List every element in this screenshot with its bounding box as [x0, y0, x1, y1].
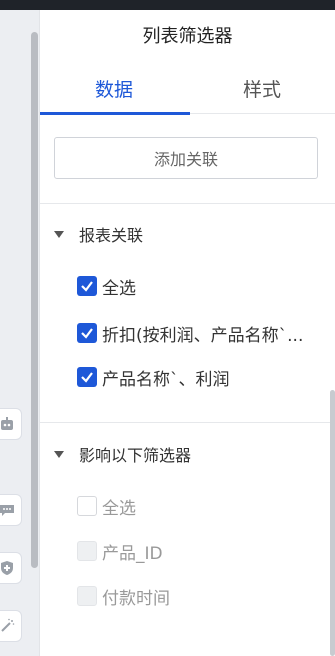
tab-style[interactable]: 样式: [188, 62, 335, 114]
option-label: 折扣(按利润、产品名称`...: [102, 325, 304, 346]
checkbox-checked[interactable]: [77, 276, 97, 296]
option-label: 产品_ID: [102, 543, 163, 564]
report-option-select-all[interactable]: 全选: [77, 275, 136, 299]
add-association-button[interactable]: 添加关联: [54, 137, 318, 179]
divider: [40, 203, 335, 204]
app-root: 列表筛选器 数据 样式 添加关联 报表关联 全选 折扣(按利润、产品名称`...: [0, 0, 335, 656]
shield-button[interactable]: [0, 552, 22, 584]
affected-filters-section-header[interactable]: 影响以下筛选器: [54, 442, 191, 466]
filter-option-payment-time: 付款时间: [77, 585, 170, 609]
caret-down-icon: [54, 450, 64, 458]
check-icon: [81, 328, 93, 339]
caret-down-icon: [54, 230, 64, 238]
chat-button[interactable]: [0, 494, 22, 526]
checkbox-checked[interactable]: [77, 367, 97, 387]
checkbox-checked[interactable]: [77, 323, 97, 343]
tab-bar: 数据 样式: [40, 62, 335, 115]
top-dark-bar: [0, 0, 335, 10]
option-label: 全选: [102, 498, 136, 519]
checkbox-disabled: [77, 586, 97, 606]
filter-option-product-id: 产品_ID: [77, 540, 163, 564]
left-scrollbar-thumb[interactable]: [31, 32, 38, 568]
filter-settings-panel: 列表筛选器 数据 样式 添加关联 报表关联 全选 折扣(按利润、产品名称`...: [40, 10, 335, 656]
check-icon: [81, 281, 93, 292]
option-label: 付款时间: [102, 588, 170, 609]
active-tab-indicator: [40, 112, 190, 115]
check-icon: [81, 372, 93, 383]
panel-scrollbar-thumb[interactable]: [330, 390, 335, 656]
panel-title: 列表筛选器: [142, 26, 233, 47]
checkbox-disabled: [77, 541, 97, 561]
report-option-discount[interactable]: 折扣(按利润、产品名称`...: [77, 322, 317, 346]
shield-plus-icon: [0, 560, 15, 576]
section-title: 影响以下筛选器: [79, 446, 192, 465]
report-option-product-profit[interactable]: 产品名称`、利润: [77, 366, 230, 390]
chat-icon: [0, 502, 15, 518]
section-title: 报表关联: [79, 226, 144, 245]
checkbox-unchecked[interactable]: [77, 496, 97, 516]
robot-button[interactable]: [0, 408, 22, 440]
magic-wand-icon: [0, 618, 15, 634]
robot-icon: [0, 416, 15, 432]
divider: [40, 422, 335, 423]
filter-option-select-all[interactable]: 全选: [77, 495, 136, 519]
report-link-section-header[interactable]: 报表关联: [54, 222, 143, 246]
magic-button[interactable]: [0, 610, 22, 642]
option-label: 全选: [102, 278, 136, 299]
tab-data[interactable]: 数据: [40, 62, 188, 114]
left-canvas-strip: [0, 10, 40, 656]
option-label: 产品名称`、利润: [102, 369, 230, 390]
